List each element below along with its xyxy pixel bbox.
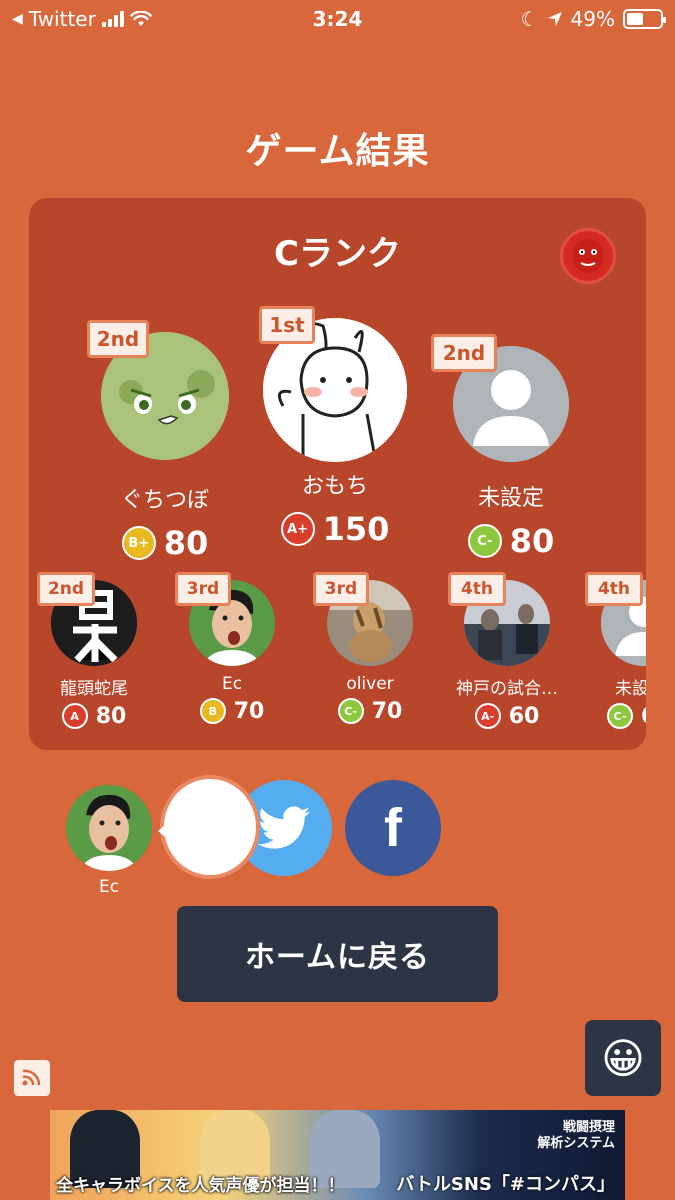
score-value: 6 (641, 704, 646, 729)
rank-title: Cランク (274, 234, 401, 274)
place-badge: 3rd (313, 572, 369, 606)
ad-caption: 全キャラボイスを人気声優が担当！！ (56, 1176, 345, 1196)
page-title: ゲーム結果 (245, 131, 430, 172)
reaction-bubble: 😭 (158, 775, 260, 879)
player-card[interactable]: 4th 神戸の試合… A- 60 (448, 572, 558, 729)
score-value: 80 (509, 522, 555, 560)
battery-percent: 49% (570, 7, 615, 31)
place-badge: 2nd (431, 334, 497, 372)
player-card[interactable]: 2nd 龍頭蛇尾 A 80 (37, 572, 137, 729)
ad-top-text: 戦闘摂理 解析システム (537, 1120, 615, 1151)
location-icon (547, 12, 562, 26)
score-value: 70 (371, 698, 403, 724)
grade-badge: A (61, 703, 88, 729)
player-name: 未設定 (477, 486, 544, 511)
player-name: 龍頭蛇尾 (60, 679, 128, 699)
wifi-icon (22, 1069, 41, 1086)
score-value: 150 (322, 510, 390, 548)
score-row: B 70 (189, 698, 275, 724)
player-card[interactable]: 3rd oliver C- 70 (313, 572, 413, 724)
grade-badge: C- (607, 703, 633, 729)
grade-badge: B+ (121, 526, 156, 560)
ad-banner[interactable]: 戦闘摂理 解析システム 全キャラボイスを人気声優が担当！！ バトルSNS「#コン… (50, 1110, 625, 1200)
place-badge: 3rd (175, 572, 231, 606)
facebook-share-button[interactable]: f (345, 780, 441, 876)
grade-badge: C- (337, 698, 364, 724)
rank-character-icon[interactable] (560, 228, 616, 284)
player-card[interactable]: 3rd Ec B 70 (175, 572, 275, 724)
score-value: 70 (233, 698, 265, 724)
score-value: 60 (508, 703, 540, 729)
score-row: A+ 150 (269, 510, 401, 548)
player-card[interactable]: 2nd 未設定 C- 80 (431, 332, 577, 560)
reaction-player-name: Ec (98, 877, 120, 897)
grade-badge: B (199, 698, 226, 724)
player-name: 未設 (615, 679, 646, 699)
player-card[interactable]: 2nd ぐちつぼ B+ 80 (87, 320, 231, 562)
grade-badge: A- (474, 703, 501, 729)
facebook-icon: f (384, 798, 402, 858)
place-badge: 2nd (37, 572, 95, 606)
score-value: 80 (163, 524, 209, 562)
score-row: C- 6 (601, 703, 646, 729)
status-bar: ◀ Twitter 3:24 ☾ 49% (0, 0, 675, 38)
emoji-reaction-button[interactable]: 😀 (585, 1020, 661, 1096)
grade-badge: C- (467, 524, 502, 558)
player-name: oliver (346, 674, 394, 694)
player-name: 神戸の試合… (456, 679, 558, 699)
reaction-player[interactable]: Ec (66, 785, 152, 897)
battery-icon (623, 9, 666, 29)
score-row: A 80 (51, 703, 137, 729)
score-row: B+ 80 (99, 524, 231, 562)
place-badge: 1st (259, 306, 315, 344)
crying-face-icon: 😭 (184, 801, 236, 853)
moon-icon: ☾ (520, 7, 539, 31)
place-badge: 2nd (87, 320, 149, 358)
avatar (66, 785, 152, 871)
player-name: Ec (221, 674, 243, 694)
score-row: C- 70 (327, 698, 413, 724)
score-row: C- 80 (445, 522, 577, 560)
place-badge: 4th (448, 572, 506, 606)
home-button[interactable]: ホームに戻る (177, 906, 498, 1002)
score-value: 80 (95, 703, 127, 729)
player-card[interactable]: 1st おもち A+ 150 (259, 306, 407, 548)
player-name: おもち (301, 474, 368, 499)
status-right: ☾ 49% (520, 7, 666, 31)
ad-brand: バトルSNS「#コンパス」 (396, 1174, 615, 1195)
result-card: Cランク 2nd ぐちつぼ B+ 80 1st おもち A+ 150 2nd 未… (29, 198, 646, 750)
player-name: ぐちつぼ (120, 488, 209, 513)
twitter-bird-icon (258, 806, 310, 849)
place-badge: 4th (585, 572, 643, 606)
score-row: A- 60 (464, 703, 550, 729)
connection-button[interactable] (14, 1060, 50, 1096)
grade-badge: A+ (280, 512, 315, 546)
smiley-icon: 😀 (601, 1033, 645, 1083)
player-card[interactable]: 4th 未設 C- 6 (585, 572, 646, 729)
